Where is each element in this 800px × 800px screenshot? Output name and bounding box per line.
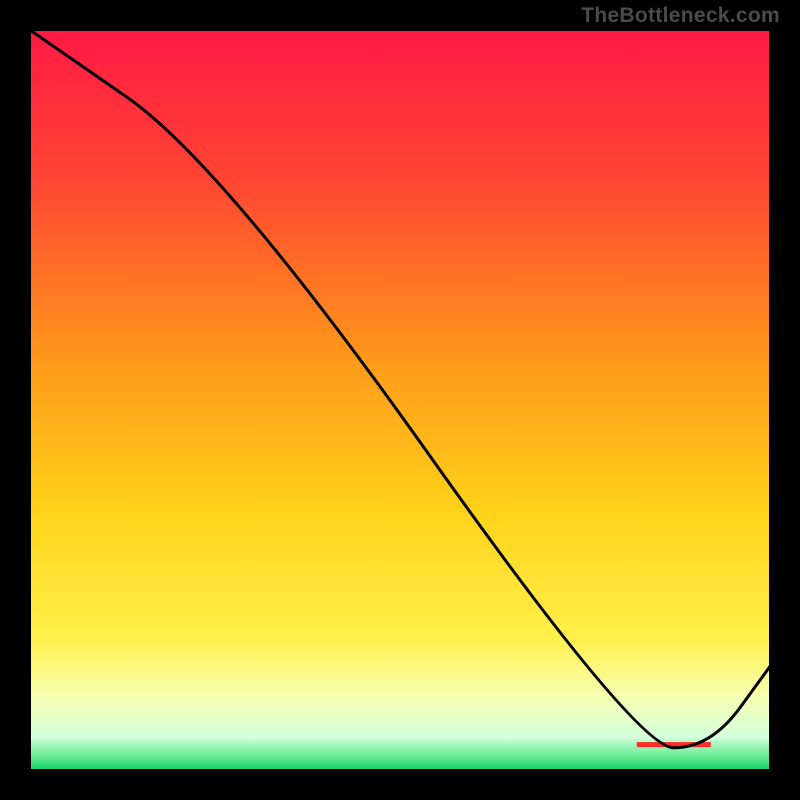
plot-area bbox=[30, 30, 770, 770]
gradient-background bbox=[30, 30, 770, 770]
bottleneck-chart bbox=[30, 30, 770, 770]
watermark-text: TheBottleneck.com bbox=[581, 4, 780, 28]
chart-frame: TheBottleneck.com bbox=[0, 0, 800, 800]
